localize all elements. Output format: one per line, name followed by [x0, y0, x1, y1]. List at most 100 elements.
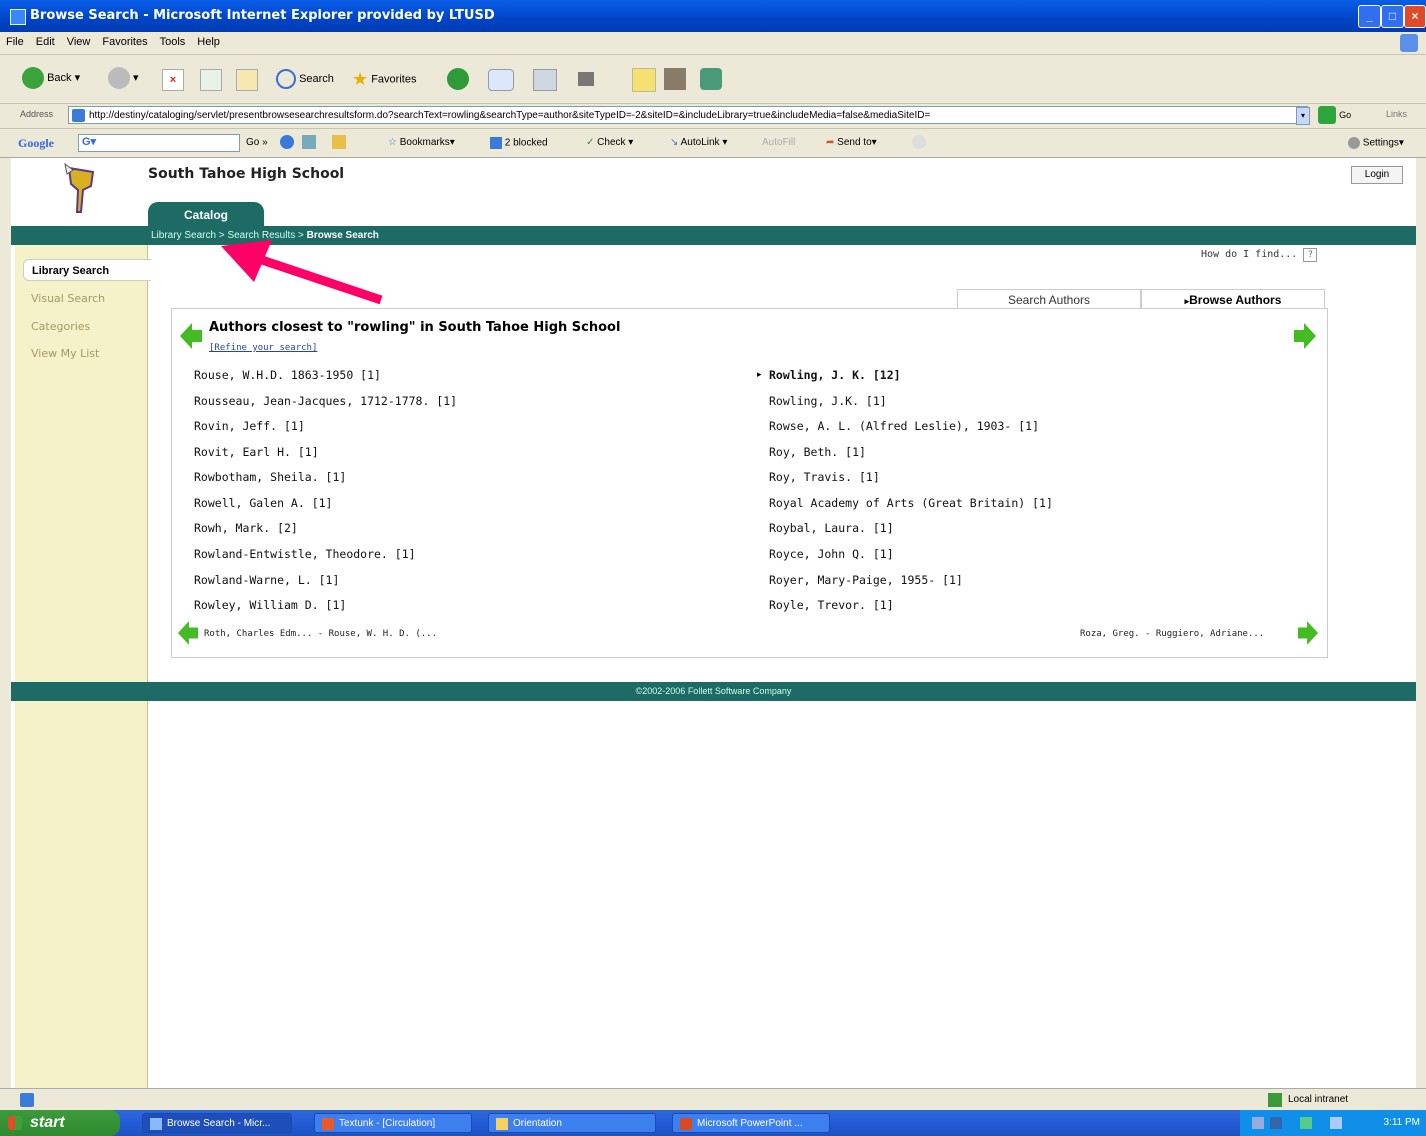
research-icon[interactable]	[664, 68, 686, 90]
author-row[interactable]: Royce, John Q. [1]	[769, 547, 894, 561]
author-row[interactable]: Rovin, Jeff. [1]	[194, 419, 305, 433]
author-row[interactable]: Rowling, J.K. [1]	[769, 394, 887, 408]
author-row[interactable]: Rousseau, Jean-Jacques, 1712-1778. [1]	[194, 394, 457, 408]
links-label[interactable]: Links	[1386, 109, 1407, 119]
messenger-icon[interactable]	[700, 68, 722, 90]
folder-icon[interactable]	[632, 68, 656, 92]
google-g-icon: G▾	[82, 136, 97, 148]
autofill-button[interactable]: AutoFill	[762, 137, 795, 148]
maximize-button[interactable]: □	[1381, 5, 1404, 28]
task-browse-search[interactable]: Browse Search - Micr...	[142, 1113, 292, 1133]
page-status-icon	[20, 1093, 34, 1107]
author-row[interactable]: Rowland-Warne, L. [1]	[194, 573, 339, 587]
home-icon[interactable]	[236, 69, 258, 91]
spell-check-button[interactable]: ✓ Check ▾	[586, 137, 633, 148]
author-row[interactable]: Roybal, Laura. [1]	[769, 521, 894, 535]
author-row[interactable]: Rowell, Galen A. [1]	[194, 496, 332, 510]
close-button[interactable]: ×	[1404, 5, 1426, 28]
sidebar-item-view-my-list[interactable]: View My List	[31, 347, 99, 360]
sidebar-item-categories[interactable]: Categories	[31, 320, 90, 333]
autolink-button[interactable]: ↘ AutoLink ▾	[670, 137, 727, 148]
author-row[interactable]: Rowbotham, Sheila. [1]	[194, 470, 346, 484]
globe-icon[interactable]	[280, 135, 294, 149]
author-row[interactable]: Rowh, Mark. [2]	[194, 521, 298, 535]
how-do-i-find-link[interactable]: How do I find... ?	[1201, 248, 1318, 262]
sidebar-item-library-search[interactable]: Library Search	[23, 259, 151, 281]
settings-icon	[1348, 137, 1360, 149]
tab-browse-authors[interactable]: ▸Browse Authors	[1141, 289, 1325, 310]
send-to-button[interactable]: ➦ Send to▾	[826, 137, 877, 148]
favorites-button[interactable]: ★ Favorites	[352, 69, 416, 90]
back-button[interactable]: Back ▾	[22, 67, 80, 89]
pagerank-icon[interactable]	[302, 135, 316, 149]
author-row[interactable]: Rowley, William D. [1]	[194, 598, 346, 612]
prev-page-arrow-icon[interactable]	[178, 621, 198, 645]
menu-view[interactable]: View	[61, 32, 97, 48]
start-button[interactable]: start	[0, 1110, 120, 1136]
next-page-arrow-icon[interactable]	[1298, 621, 1318, 645]
author-row[interactable]: Rowse, A. L. (Alfred Leslie), 1903- [1]	[769, 419, 1039, 433]
menu-favorites[interactable]: Favorites	[96, 32, 153, 48]
menu-file[interactable]: File	[0, 32, 30, 48]
task-textunk[interactable]: Textunk - [Circulation]	[314, 1113, 472, 1133]
address-dropdown[interactable]: ▾	[1296, 107, 1310, 125]
settings-button[interactable]: Settings▾	[1348, 137, 1404, 149]
author-row[interactable]: Royer, Mary-Paige, 1955- [1]	[769, 573, 963, 587]
ie-task-icon	[150, 1118, 162, 1130]
abc-check-icon: ✓	[586, 137, 595, 148]
google-search-input[interactable]: G▾	[78, 134, 240, 152]
google-go-button[interactable]: Go »	[246, 137, 268, 148]
next-range-link[interactable]: Roza, Greg. - Ruggiero, Adriane...	[1080, 629, 1264, 639]
prev-range-link[interactable]: Roth, Charles Edm... - Rouse, W. H. D. (…	[204, 629, 437, 639]
refine-search-link[interactable]: [Refine your search]	[209, 343, 317, 353]
author-row[interactable]: Rovit, Earl H. [1]	[194, 445, 319, 459]
network-tray-icon[interactable]	[1252, 1117, 1264, 1129]
highlight-icon[interactable]	[912, 135, 926, 149]
task-powerpoint[interactable]: Microsoft PowerPoint ...	[672, 1113, 830, 1133]
viking-logo	[64, 162, 95, 213]
author-row[interactable]: Roy, Travis. [1]	[769, 470, 880, 484]
menu-tools[interactable]: Tools	[154, 32, 192, 48]
powerpoint-task-icon	[680, 1118, 692, 1130]
page-icon	[72, 109, 85, 122]
author-row-current[interactable]: Rowling, J. K. [12]	[769, 368, 901, 382]
print-icon[interactable]	[533, 69, 557, 91]
windows-flag-icon	[1400, 34, 1418, 52]
prev-arrow-icon[interactable]	[180, 323, 202, 349]
bookmarks-button[interactable]: ☆ Bookmarks▾	[388, 137, 455, 148]
history-icon[interactable]	[447, 68, 469, 90]
address-input[interactable]: http://destiny/cataloging/servlet/presen…	[68, 106, 1308, 124]
edit-icon[interactable]	[578, 72, 594, 86]
sidebar-item-visual-search[interactable]: Visual Search	[31, 292, 105, 305]
tray-app-icon[interactable]	[1270, 1117, 1282, 1129]
author-row[interactable]: Royal Academy of Arts (Great Britain) [1…	[769, 496, 1053, 510]
refresh-icon[interactable]	[200, 69, 222, 91]
status-bar: Local intranet	[0, 1088, 1426, 1111]
panel-title: Authors closest to "rowling" in South Ta…	[209, 320, 621, 335]
menu-help[interactable]: Help	[191, 32, 226, 48]
author-row[interactable]: Royle, Trevor. [1]	[769, 598, 894, 612]
tab-search-authors[interactable]: Search Authors	[957, 289, 1141, 310]
forward-button[interactable]: ▾	[108, 67, 139, 89]
windows-logo-icon	[8, 1116, 22, 1130]
stop-icon[interactable]: ×	[162, 69, 184, 91]
login-button[interactable]: Login	[1351, 166, 1403, 184]
author-row[interactable]: Rouse, W.H.D. 1863-1950 [1]	[194, 368, 381, 382]
menu-edit[interactable]: Edit	[30, 32, 61, 48]
mail-icon[interactable]	[488, 69, 514, 91]
task-orientation[interactable]: Orientation	[488, 1113, 656, 1133]
search-button[interactable]: Search	[276, 69, 334, 89]
google-toolbar: Google G▾ Go » ☆ Bookmarks▾ 2 blocked ✓ …	[0, 129, 1426, 158]
next-arrow-icon[interactable]	[1294, 323, 1316, 349]
volume-tray-icon[interactable]	[1330, 1117, 1342, 1129]
author-row[interactable]: Roy, Beth. [1]	[769, 445, 866, 459]
go-button[interactable]: Go	[1318, 106, 1351, 124]
author-row[interactable]: Rowland-Entwistle, Theodore. [1]	[194, 547, 416, 561]
minimize-button[interactable]: _	[1358, 5, 1381, 28]
go-arrow-icon	[1318, 106, 1336, 124]
news-icon[interactable]	[332, 135, 346, 149]
clock: 3:11 PM	[1383, 1117, 1421, 1128]
breadcrumb-library-search[interactable]: Library Search	[151, 230, 216, 241]
popup-blocker-button[interactable]: 2 blocked	[490, 137, 548, 149]
tray-security-icon[interactable]	[1300, 1117, 1312, 1129]
